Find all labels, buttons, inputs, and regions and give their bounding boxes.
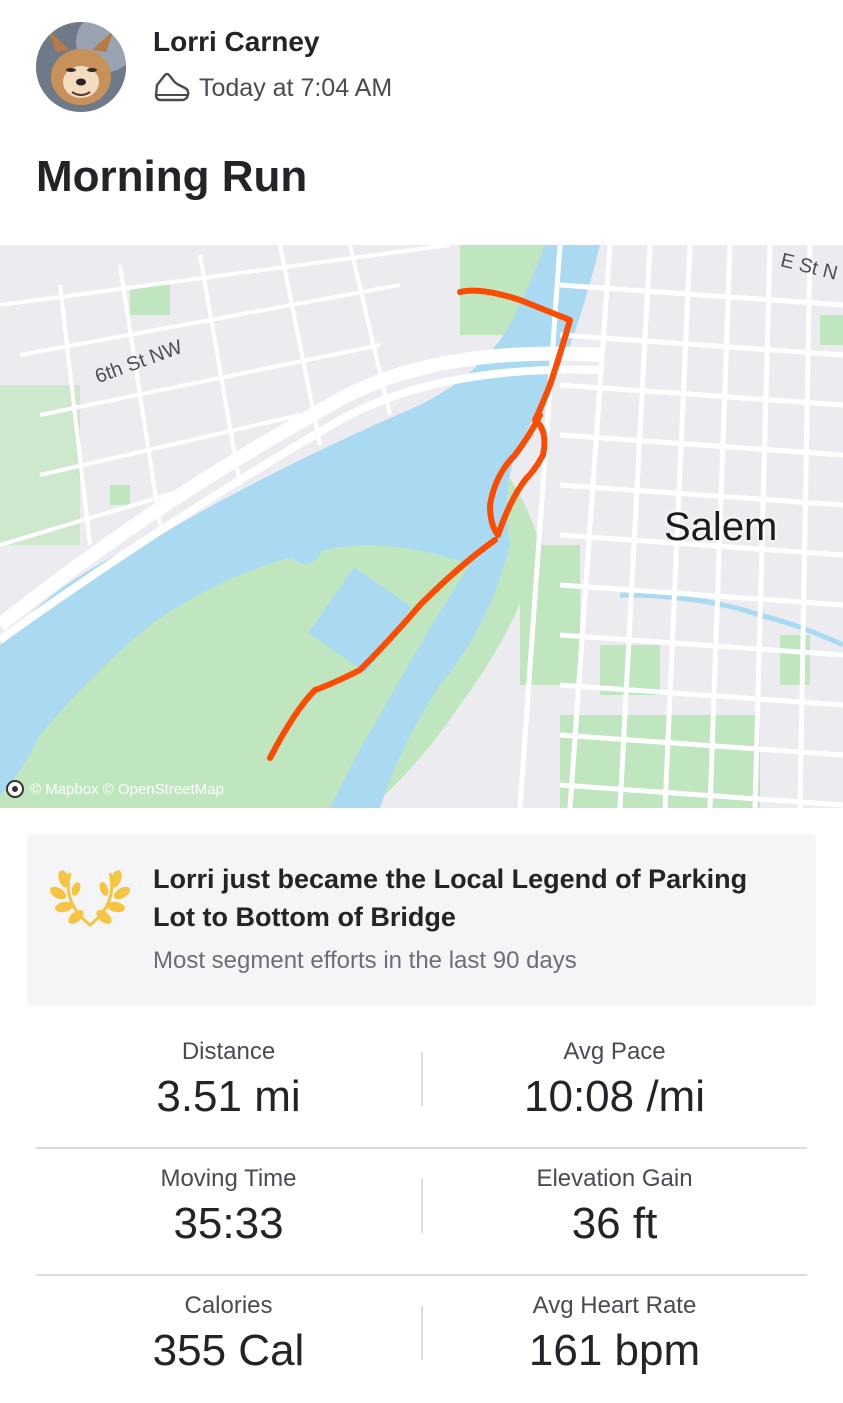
attribution-text: © Mapbox © OpenStreetMap — [30, 780, 224, 798]
athlete-name[interactable]: Lorri Carney — [153, 26, 320, 58]
stat-value: 35:33 — [173, 1199, 284, 1248]
map-attribution[interactable]: © Mapbox © OpenStreetMap — [6, 780, 224, 798]
stat-label: Avg Pace — [563, 1038, 666, 1065]
avatar[interactable] — [36, 22, 126, 112]
activity-meta: Today at 7:04 AM — [153, 70, 392, 106]
stat-label: Calories — [184, 1292, 273, 1319]
achievement-subtitle: Most segment efforts in the last 90 days — [153, 947, 577, 974]
stat-row: Moving Time 35:33 Elevation Gain 36 ft — [36, 1149, 807, 1276]
stat-calories: Calories 355 Cal — [36, 1276, 421, 1376]
stat-elevation-gain: Elevation Gain 36 ft — [422, 1149, 807, 1249]
activity-title[interactable]: Morning Run — [36, 152, 307, 202]
stat-value: 10:08 /mi — [524, 1072, 705, 1121]
activity-header: Lorri Carney Today at 7:04 AM — [0, 0, 843, 130]
stat-label: Moving Time — [160, 1165, 297, 1192]
activity-time: Today at 7:04 AM — [199, 73, 393, 102]
stat-value: 36 ft — [571, 1199, 658, 1248]
route-map[interactable]: 6th St NW E St N Salem © Mapbox © OpenSt… — [0, 245, 843, 808]
stat-value: 161 bpm — [528, 1326, 701, 1375]
stat-avg-heart-rate: Avg Heart Rate 161 bpm — [422, 1276, 807, 1376]
stat-moving-time: Moving Time 35:33 — [36, 1149, 421, 1249]
city-label: Salem — [664, 505, 778, 549]
stat-distance: Distance 3.51 mi — [36, 1022, 421, 1122]
stat-row: Calories 355 Cal Avg Heart Rate 161 bpm — [36, 1276, 807, 1403]
stat-value: 355 Cal — [152, 1326, 305, 1375]
stat-avg-pace: Avg Pace 10:08 /mi — [422, 1022, 807, 1122]
shoe-icon — [154, 72, 190, 102]
stat-row: Distance 3.51 mi Avg Pace 10:08 /mi — [36, 1022, 807, 1149]
dog-photo-icon — [36, 22, 126, 112]
stats-grid: Distance 3.51 mi Avg Pace 10:08 /mi Movi… — [36, 1022, 807, 1403]
stat-label: Avg Heart Rate — [532, 1292, 697, 1319]
achievement-title: Lorri just became the Local Legend of Pa… — [153, 864, 748, 932]
stat-label: Distance — [181, 1038, 276, 1065]
stat-label: Elevation Gain — [536, 1165, 693, 1192]
info-icon[interactable] — [6, 780, 24, 798]
stat-value: 3.51 mi — [156, 1072, 301, 1121]
laurel-icon — [50, 870, 130, 927]
